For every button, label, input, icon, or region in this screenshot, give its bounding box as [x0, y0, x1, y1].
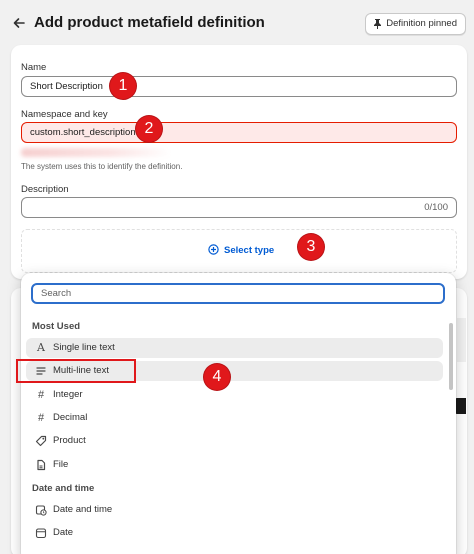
- option-decimal[interactable]: # Decimal: [26, 408, 443, 428]
- namespace-label: Namespace and key: [21, 109, 108, 120]
- file-icon: [37, 459, 46, 471]
- hash-icon: #: [37, 412, 45, 424]
- highlight-box-multi-line: [16, 359, 136, 383]
- option-label: Decimal: [53, 412, 88, 423]
- option-date[interactable]: Date: [26, 523, 443, 543]
- option-date-and-time[interactable]: Date and time: [26, 500, 443, 520]
- option-label: File: [53, 459, 69, 470]
- option-label: Single line text: [53, 342, 115, 353]
- search-placeholder: Search: [41, 288, 72, 299]
- name-label: Name: [21, 62, 47, 73]
- name-value: Short Description: [30, 81, 103, 92]
- option-file[interactable]: File: [26, 455, 443, 475]
- page-title: Add product metafield definition: [34, 14, 265, 31]
- namespace-value: custom.short_description: [30, 127, 136, 138]
- tag-icon: [35, 435, 47, 447]
- hash-icon: #: [37, 389, 45, 401]
- step-badge-3: 3: [298, 234, 324, 260]
- page-header: Add product metafield definition Definit…: [0, 0, 474, 48]
- select-type-button[interactable]: Select type: [208, 244, 275, 256]
- option-label: Date and time: [53, 504, 113, 515]
- type-picker-popover: Search Most Used A Single line text Mult…: [21, 273, 456, 554]
- definition-pinned-button[interactable]: Definition pinned: [365, 13, 466, 35]
- option-label: Integer: [53, 389, 83, 400]
- popover-scrollbar[interactable]: [449, 323, 453, 390]
- select-type-area[interactable]: Select type: [21, 229, 457, 273]
- option-label: Date: [53, 527, 74, 538]
- option-single-line-text[interactable]: A Single line text: [26, 338, 443, 358]
- option-label: Product: [53, 435, 86, 446]
- calendar-clock-icon: [35, 505, 47, 516]
- name-input[interactable]: Short Description: [21, 76, 457, 97]
- step-badge-4: 4: [204, 364, 230, 390]
- description-label: Description: [21, 184, 69, 195]
- option-product[interactable]: Product: [26, 431, 443, 451]
- definition-form-card: Name Short Description Namespace and key…: [11, 45, 467, 279]
- select-type-label: Select type: [224, 245, 275, 256]
- blurred-text: [21, 148, 171, 157]
- back-arrow-icon[interactable]: [12, 16, 26, 30]
- option-integer[interactable]: # Integer: [26, 385, 443, 405]
- type-search-input[interactable]: Search: [31, 283, 445, 304]
- plus-circle-icon: [208, 244, 219, 255]
- section-date-and-time: Date and time: [32, 483, 95, 494]
- definition-pinned-label: Definition pinned: [386, 18, 457, 29]
- step-badge-2: 2: [136, 116, 162, 142]
- step-badge-1: 1: [110, 73, 136, 99]
- description-input[interactable]: 0/100: [21, 197, 457, 218]
- namespace-key-input[interactable]: custom.short_description: [21, 122, 457, 143]
- section-most-used: Most Used: [32, 321, 81, 332]
- calendar-icon: [35, 528, 47, 539]
- namespace-help-text: The system uses this to identify the def…: [21, 162, 183, 171]
- description-counter: 0/100: [424, 202, 448, 213]
- letter-a-icon: A: [37, 341, 45, 354]
- pin-icon: [374, 19, 382, 29]
- background-gap: [457, 318, 466, 362]
